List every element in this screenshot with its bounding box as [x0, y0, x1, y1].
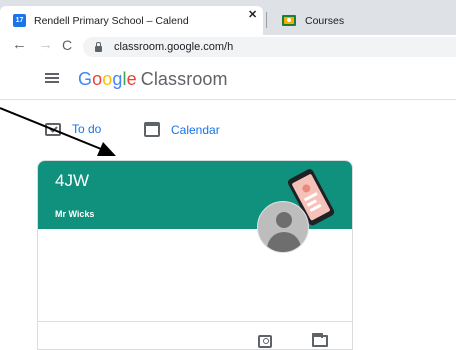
class-title[interactable]: 4JW	[55, 171, 89, 191]
logo-letter: e	[126, 69, 137, 89]
logo-letter: o	[92, 69, 103, 89]
back-arrow-icon[interactable]: ←	[12, 36, 27, 54]
app-header: Google Classroom	[0, 57, 456, 100]
tab-title: Courses	[305, 14, 345, 27]
browser-tab-strip: 17 Rendell Primary School – Calend ✕ Cou…	[0, 0, 456, 35]
forward-arrow-icon[interactable]: →	[38, 36, 53, 54]
logo-letter: G	[78, 69, 93, 89]
assignment-portrait-icon[interactable]	[258, 335, 272, 348]
main-menu-icon[interactable]	[45, 73, 59, 83]
class-card[interactable]: 4JW Mr Wicks	[37, 160, 353, 350]
todo-label: To do	[72, 122, 102, 136]
teacher-avatar	[257, 201, 309, 253]
calendar-icon	[144, 122, 160, 137]
avatar-head	[276, 212, 292, 228]
avatar-body	[267, 232, 301, 252]
tab-divider	[266, 12, 267, 28]
google-classroom-logo[interactable]: Google Classroom	[78, 69, 228, 90]
reload-icon[interactable]: C	[62, 36, 72, 54]
calendar-favicon-icon: 17	[13, 14, 26, 27]
logo-letter: o	[102, 69, 113, 89]
tab-rendell-calendar[interactable]: 17 Rendell Primary School – Calend	[0, 6, 263, 35]
lock-icon[interactable]	[95, 41, 102, 52]
url-text: classroom.google.com/h	[114, 41, 234, 53]
folder-icon[interactable]	[312, 333, 328, 347]
address-bar[interactable]: classroom.google.com/h	[83, 37, 456, 57]
close-tab-icon[interactable]: ✕	[248, 8, 257, 21]
tab-courses[interactable]: Courses	[270, 6, 456, 35]
logo-letter: g	[112, 69, 123, 89]
browser-toolbar: ← → C classroom.google.com/h	[0, 35, 456, 57]
calendar-link[interactable]: Calendar	[144, 122, 220, 137]
teacher-name: Mr Wicks	[55, 209, 95, 219]
assignment-check-icon	[45, 122, 61, 136]
tab-title: Rendell Primary School – Calend	[34, 14, 189, 27]
calendar-label: Calendar	[171, 122, 220, 137]
card-footer-divider	[38, 321, 352, 322]
product-name: Classroom	[140, 69, 228, 89]
todo-link[interactable]: To do	[45, 122, 101, 136]
classroom-favicon-icon	[282, 15, 296, 26]
